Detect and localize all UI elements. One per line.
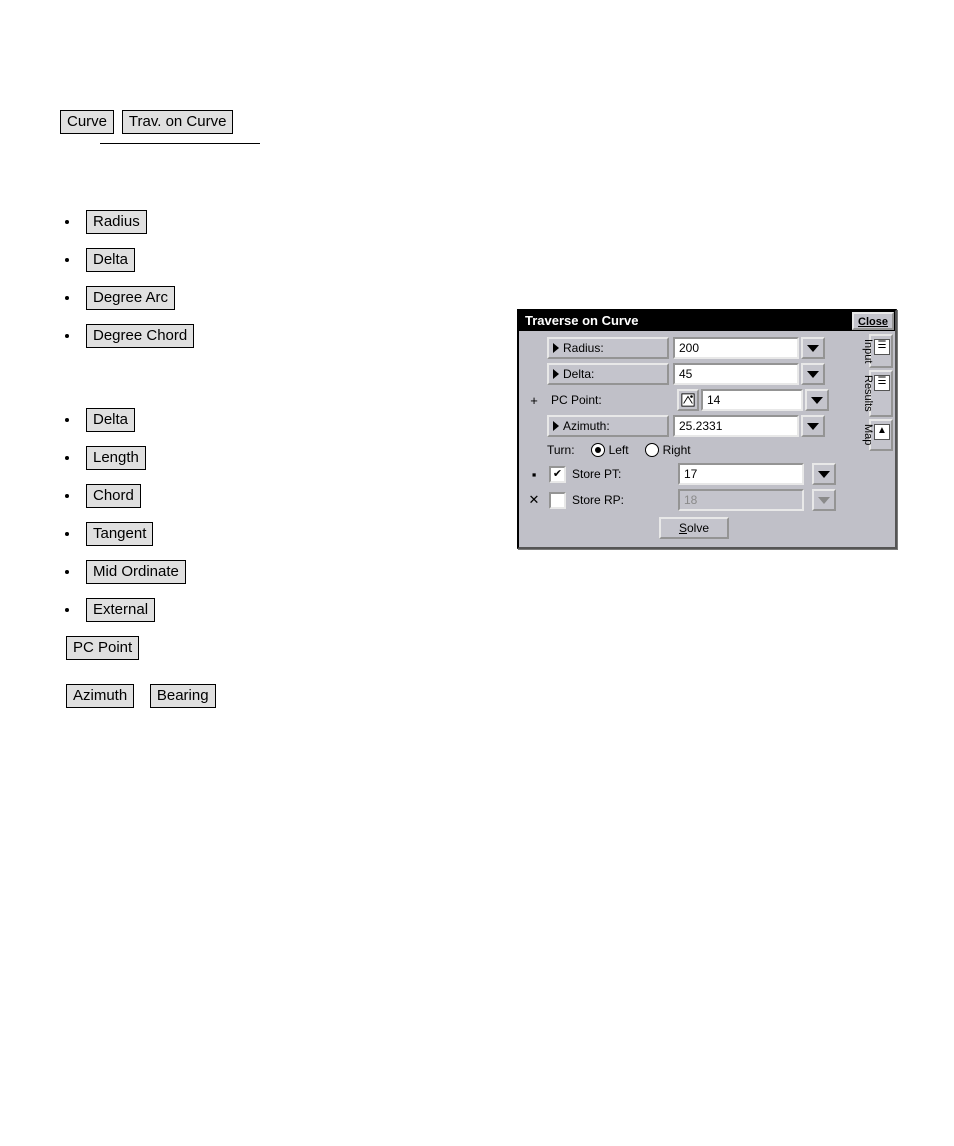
chevron-down-icon xyxy=(811,397,823,404)
radius-field-button[interactable]: Radius: xyxy=(547,337,669,359)
underline-divider xyxy=(100,143,260,144)
option-tangent[interactable]: Tangent xyxy=(86,522,153,546)
tab-map[interactable]: ▲ Map xyxy=(869,419,893,450)
option-degree-chord[interactable]: Degree Chord xyxy=(86,324,194,348)
option-length[interactable]: Length xyxy=(86,446,146,470)
store-pt-label: Store PT: xyxy=(572,467,672,481)
option-external[interactable]: External xyxy=(86,598,155,622)
tab-input-label: Input xyxy=(862,339,874,363)
radio-selected-icon xyxy=(591,443,605,457)
curve-button[interactable]: Curve xyxy=(60,110,114,134)
turn-left-label: Left xyxy=(609,443,629,457)
header-buttons: Curve Trav. on Curve xyxy=(60,110,894,134)
bearing-button[interactable]: Bearing xyxy=(150,684,216,708)
chevron-down-icon xyxy=(807,371,819,378)
store-rp-input xyxy=(678,489,804,511)
turn-right-label: Right xyxy=(663,443,691,457)
chevron-right-icon xyxy=(553,343,559,353)
azimuth-label: Azimuth: xyxy=(563,419,610,433)
store-pt-dropdown[interactable] xyxy=(812,463,836,485)
input-tab-icon: ☰ xyxy=(874,339,890,355)
map-pick-icon[interactable] xyxy=(677,389,699,411)
dialog-titlebar: Traverse on Curve Close xyxy=(519,311,895,331)
map-tab-icon: ▲ xyxy=(874,424,890,440)
option-delta-2[interactable]: Delta xyxy=(86,408,135,432)
side-tabs: ☰ Input ☰ Results ▲ Map xyxy=(867,331,895,547)
radius-dropdown[interactable] xyxy=(801,337,825,359)
azimuth-input[interactable] xyxy=(673,415,799,437)
option-radius[interactable]: Radius xyxy=(86,210,147,234)
chevron-down-icon xyxy=(818,471,830,478)
store-pt-input[interactable] xyxy=(678,463,804,485)
azimuth-field-button[interactable]: Azimuth: xyxy=(547,415,669,437)
azimuth-dropdown[interactable] xyxy=(801,415,825,437)
tab-results[interactable]: ☰ Results xyxy=(869,370,893,417)
pc-point-dropdown[interactable] xyxy=(805,389,829,411)
delta-input[interactable] xyxy=(673,363,799,385)
option-mid-ordinate[interactable]: Mid Ordinate xyxy=(86,560,186,584)
turn-row: Turn: Left Right xyxy=(525,439,863,461)
chevron-right-icon xyxy=(553,421,559,431)
chevron-down-icon xyxy=(807,345,819,352)
store-rp-label: Store RP: xyxy=(572,493,672,507)
store-rp-checkbox[interactable] xyxy=(549,492,566,509)
square-icon: ▪ xyxy=(525,467,543,482)
results-tab-icon: ☰ xyxy=(874,375,890,391)
chevron-down-icon xyxy=(818,497,830,504)
turn-label: Turn: xyxy=(547,443,575,457)
delta-label: Delta: xyxy=(563,367,594,381)
x-icon: ✕ xyxy=(525,492,543,508)
traverse-on-curve-dialog: Traverse on Curve Close Radius: xyxy=(517,309,897,549)
delta-dropdown[interactable] xyxy=(801,363,825,385)
tab-input[interactable]: ☰ Input xyxy=(869,334,893,368)
azimuth-button[interactable]: Azimuth xyxy=(66,684,134,708)
tab-results-label: Results xyxy=(862,375,874,412)
turn-right-radio[interactable]: Right xyxy=(645,443,691,457)
delta-field-button[interactable]: Delta: xyxy=(547,363,669,385)
store-rp-dropdown xyxy=(812,489,836,511)
chevron-right-icon xyxy=(553,369,559,379)
chevron-down-icon xyxy=(807,423,819,430)
close-button[interactable]: Close xyxy=(852,312,894,330)
radius-input[interactable] xyxy=(673,337,799,359)
pc-point-button[interactable]: PC Point xyxy=(66,636,139,660)
option-degree-arc[interactable]: Degree Arc xyxy=(86,286,175,310)
trav-on-curve-button[interactable]: Trav. on Curve xyxy=(122,110,234,134)
tab-map-label: Map xyxy=(862,424,874,445)
store-pt-checkbox[interactable]: ✔ xyxy=(549,466,566,483)
solve-label-rest: olve xyxy=(687,521,709,535)
dialog-title: Traverse on Curve xyxy=(519,311,851,331)
plus-icon: + xyxy=(525,393,543,408)
solve-button[interactable]: Solve xyxy=(659,517,729,539)
pc-point-input[interactable] xyxy=(701,389,803,411)
pc-point-label: PC Point: xyxy=(547,393,673,407)
turn-left-radio[interactable]: Left xyxy=(591,443,629,457)
option-delta[interactable]: Delta xyxy=(86,248,135,272)
radio-icon xyxy=(645,443,659,457)
option-chord[interactable]: Chord xyxy=(86,484,141,508)
radius-label: Radius: xyxy=(563,341,604,355)
